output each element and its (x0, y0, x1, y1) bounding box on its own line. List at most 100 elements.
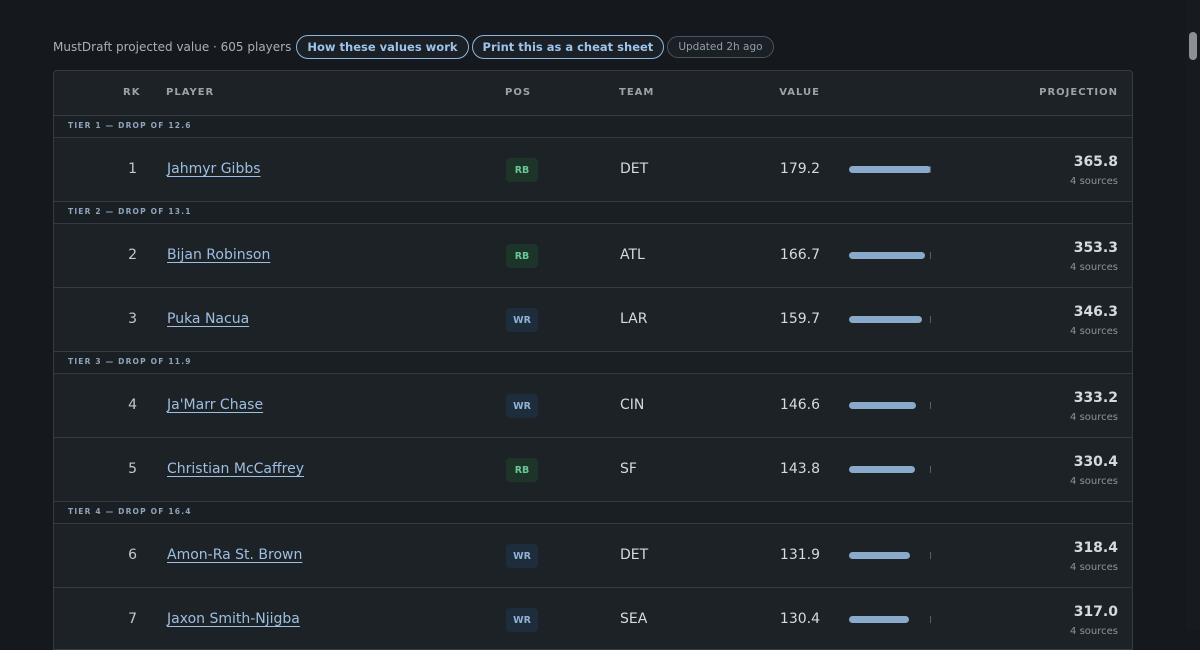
column-team[interactable]: TEAM (619, 87, 654, 98)
position-badge: RB (506, 244, 538, 268)
value-number: 146.6 (779, 397, 820, 413)
player-name-link[interactable]: Puka Nacua (167, 311, 249, 327)
value-bar (849, 616, 931, 623)
tier-label: TIER 1 — DROP OF 12.6 (68, 121, 192, 130)
player-count-summary: MustDraft projected value · 605 players (53, 40, 292, 54)
projection-sources: 4 sources (1070, 626, 1118, 637)
player-name-link[interactable]: Christian McCaffrey (167, 461, 304, 477)
player-row: 2 Bijan Robinson RB ATL 166.7 353.3 4 so… (54, 224, 1132, 288)
projection-number: 346.3 (1073, 304, 1118, 320)
tier-header: TIER 3 — DROP OF 11.9 (54, 352, 1132, 374)
projection-number: 318.4 (1073, 540, 1118, 556)
tier-label: TIER 4 — DROP OF 16.4 (68, 507, 192, 516)
projection-sources: 4 sources (1070, 176, 1118, 187)
value-bar (849, 316, 931, 323)
value-bar-fill (849, 316, 922, 323)
value-bar (849, 466, 931, 473)
rank-number: 4 (128, 397, 137, 413)
tier-header: TIER 2 — DROP OF 13.1 (54, 202, 1132, 224)
column-rk[interactable]: RK (123, 87, 140, 98)
value-number: 179.2 (779, 161, 820, 177)
player-row: 7 Jaxon Smith-Njigba WR SEA 130.4 317.0 … (54, 588, 1132, 649)
value-number: 130.4 (779, 611, 820, 627)
rank-number: 1 (128, 161, 137, 177)
team-abbr: ATL (620, 247, 645, 263)
projection-number: 353.3 (1073, 240, 1118, 256)
position-badge: WR (506, 394, 538, 418)
projection-number: 365.8 (1073, 154, 1118, 170)
player-row: 6 Amon-Ra St. Brown WR DET 131.9 318.4 4… (54, 524, 1132, 588)
value-bar-fill (849, 252, 926, 259)
print-cheat-sheet-button[interactable]: Print this as a cheat sheet (471, 35, 665, 59)
how-values-work-button[interactable]: How these values work (296, 35, 469, 59)
column-player[interactable]: PLAYER (166, 87, 214, 98)
page-scrollbar[interactable] (1186, 0, 1200, 630)
value-bar-max-tick (930, 466, 931, 473)
team-abbr: DET (620, 547, 649, 563)
value-bar-fill (849, 616, 909, 623)
projection-number: 330.4 (1073, 454, 1118, 470)
tier-header: TIER 4 — DROP OF 16.4 (54, 502, 1132, 524)
projection-number: 333.2 (1073, 390, 1118, 406)
rank-number: 5 (128, 461, 137, 477)
position-badge: RB (506, 458, 538, 482)
table-body: TIER 1 — DROP OF 12.6 1 Jahmyr Gibbs RB … (54, 116, 1132, 649)
value-bar (849, 552, 931, 559)
position-badge: WR (506, 544, 538, 568)
team-abbr: SF (620, 461, 637, 477)
player-name-link[interactable]: Ja'Marr Chase (167, 397, 263, 413)
table-header: RK PLAYER POS TEAM VALUE PROJECTION (54, 71, 1132, 116)
column-pos[interactable]: POS (505, 87, 531, 98)
team-abbr: CIN (620, 397, 645, 413)
team-abbr: LAR (620, 311, 648, 327)
value-bar-fill (849, 466, 915, 473)
team-abbr: SEA (620, 611, 648, 627)
value-number: 166.7 (779, 247, 820, 263)
value-bar-max-tick (930, 316, 931, 323)
updated-badge: Updated 2h ago (667, 36, 774, 58)
top-bar: MustDraft projected value · 605 players … (53, 35, 774, 59)
value-bar-fill (849, 552, 910, 559)
column-value[interactable]: VALUE (779, 87, 820, 98)
value-bar-fill (849, 166, 931, 173)
value-bar-max-tick (930, 166, 931, 173)
position-badge: WR (506, 608, 538, 632)
player-row: 5 Christian McCaffrey RB SF 143.8 330.4 … (54, 438, 1132, 502)
tier-header: TIER 1 — DROP OF 12.6 (54, 116, 1132, 138)
projection-sources: 4 sources (1070, 476, 1118, 487)
player-name-link[interactable]: Bijan Robinson (167, 247, 270, 263)
rankings-table: RK PLAYER POS TEAM VALUE PROJECTION TIER… (53, 70, 1133, 650)
team-abbr: DET (620, 161, 649, 177)
value-bar (849, 402, 931, 409)
value-bar-max-tick (930, 252, 931, 259)
projection-number: 317.0 (1073, 604, 1118, 620)
player-row: 1 Jahmyr Gibbs RB DET 179.2 365.8 4 sour… (54, 138, 1132, 202)
value-bar-max-tick (930, 402, 931, 409)
value-number: 159.7 (779, 311, 820, 327)
player-name-link[interactable]: Jahmyr Gibbs (167, 161, 261, 177)
tier-label: TIER 3 — DROP OF 11.9 (68, 357, 192, 366)
player-name-link[interactable]: Amon-Ra St. Brown (167, 547, 302, 563)
column-projection[interactable]: PROJECTION (1039, 87, 1118, 98)
projection-sources: 4 sources (1070, 326, 1118, 337)
projection-sources: 4 sources (1070, 412, 1118, 423)
position-badge: RB (506, 158, 538, 182)
rank-number: 7 (128, 611, 137, 627)
projection-sources: 4 sources (1070, 262, 1118, 273)
rank-number: 6 (128, 547, 137, 563)
value-bar-max-tick (930, 552, 931, 559)
tier-label: TIER 2 — DROP OF 13.1 (68, 207, 192, 216)
player-row: 4 Ja'Marr Chase WR CIN 146.6 333.2 4 sou… (54, 374, 1132, 438)
scrollbar-thumb[interactable] (1189, 32, 1197, 60)
value-number: 131.9 (779, 547, 820, 563)
value-bar (849, 166, 931, 173)
player-row: 3 Puka Nacua WR LAR 159.7 346.3 4 source… (54, 288, 1132, 352)
position-badge: WR (506, 308, 538, 332)
rank-number: 3 (128, 311, 137, 327)
projection-sources: 4 sources (1070, 562, 1118, 573)
value-bar (849, 252, 931, 259)
value-bar-max-tick (930, 616, 931, 623)
value-bar-fill (849, 402, 917, 409)
rank-number: 2 (128, 247, 137, 263)
player-name-link[interactable]: Jaxon Smith-Njigba (167, 611, 300, 627)
